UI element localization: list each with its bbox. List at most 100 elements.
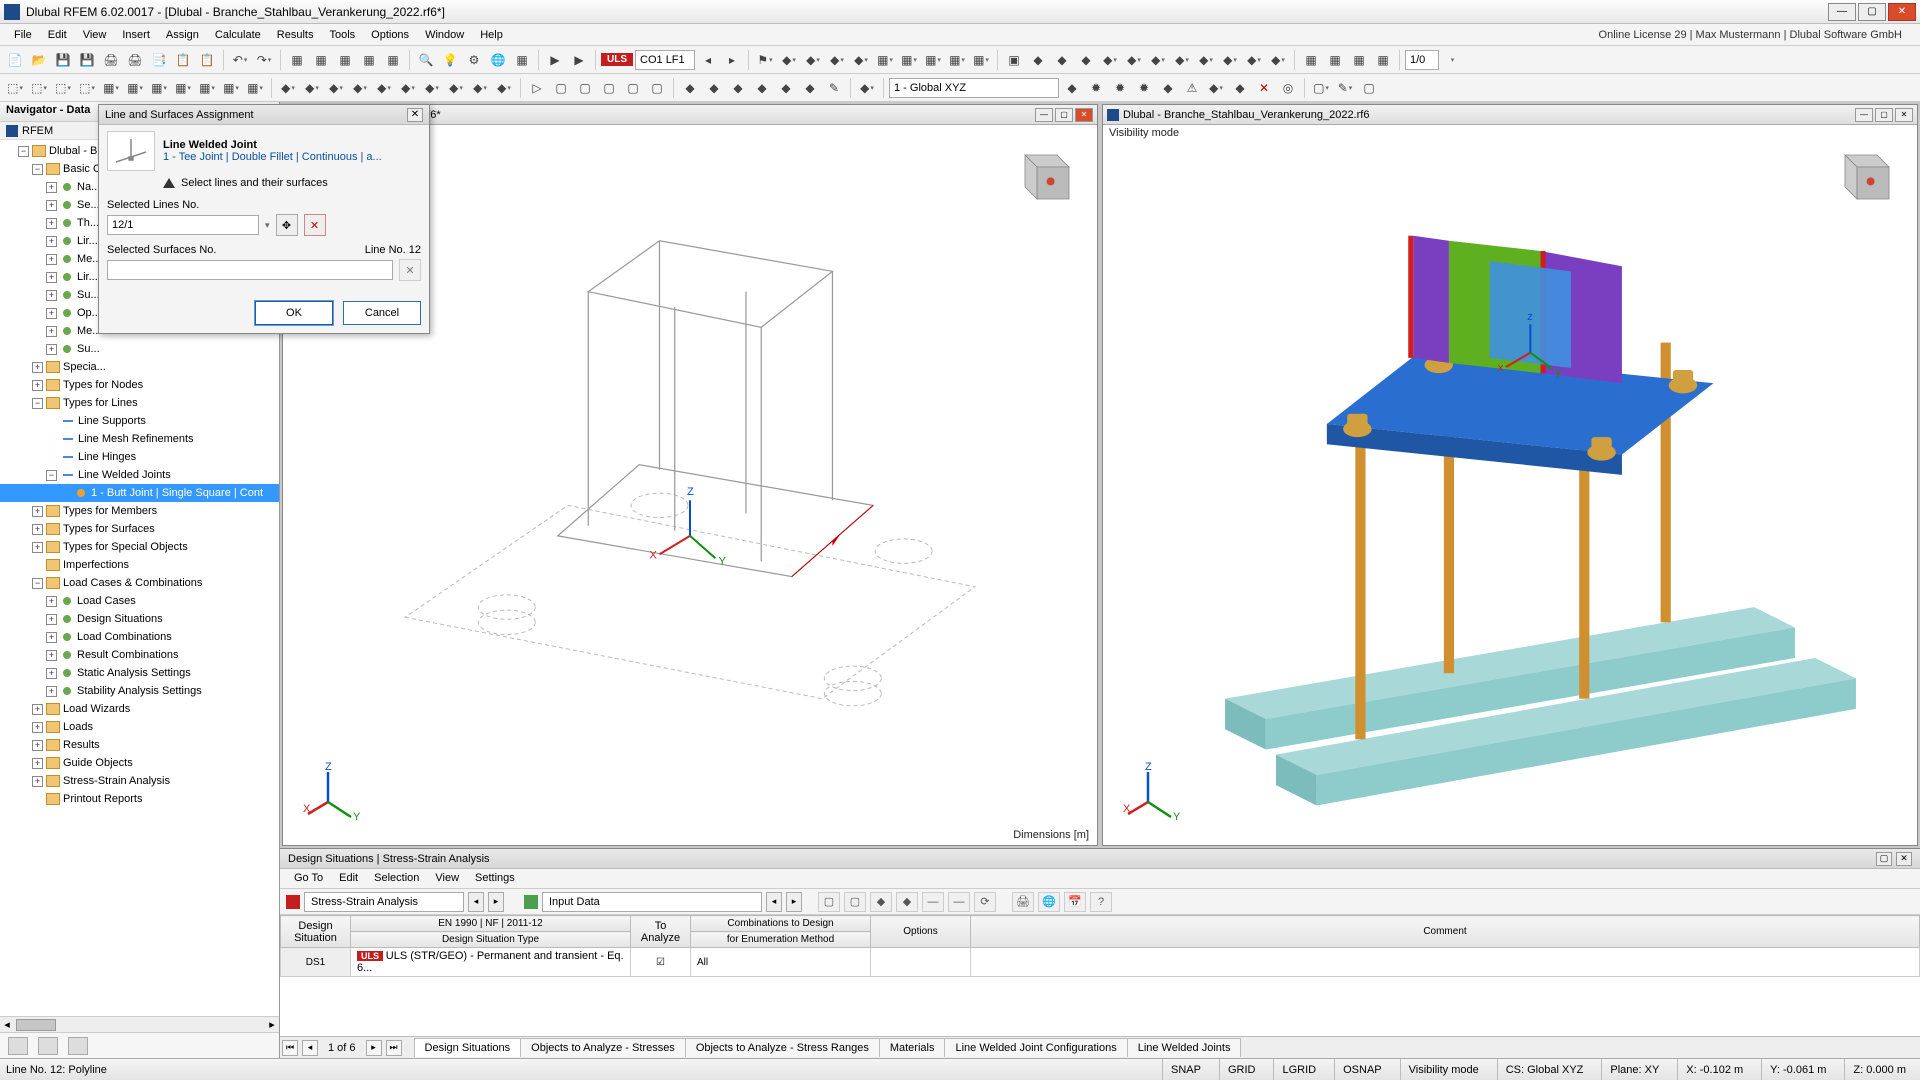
- t2am-icon[interactable]: ✹: [1133, 77, 1155, 99]
- view-right-titlebar[interactable]: Dlubal - Branche_Stahlbau_Verankerung_20…: [1103, 105, 1917, 125]
- x2-icon[interactable]: ◆▾: [802, 49, 824, 71]
- t2ae-icon[interactable]: ◆: [751, 77, 773, 99]
- menu-help[interactable]: Help: [472, 27, 511, 43]
- tab-materials[interactable]: Materials: [879, 1038, 946, 1057]
- tree-line-hinges[interactable]: Line Hinges: [0, 448, 279, 466]
- z1-icon[interactable]: ▦: [1300, 49, 1322, 71]
- table-row[interactable]: DS1 ULS ULS (STR/GEO) - Permanent and tr…: [281, 948, 1920, 977]
- z4-icon[interactable]: ▦: [1372, 49, 1394, 71]
- t2h-icon[interactable]: ▦▾: [172, 77, 194, 99]
- x5-icon[interactable]: ▦▾: [874, 49, 896, 71]
- t2at-icon[interactable]: ▢▾: [1310, 77, 1332, 99]
- nav-tab-display-icon[interactable]: [38, 1037, 58, 1055]
- y11-icon[interactable]: ◆▾: [1267, 49, 1289, 71]
- tree-ssa[interactable]: +Stress-Strain Analysis: [0, 772, 279, 790]
- y8-icon[interactable]: ◆▾: [1195, 49, 1217, 71]
- menu-insert[interactable]: Insert: [114, 27, 158, 43]
- undo-icon[interactable]: ↶▾: [229, 49, 251, 71]
- bp-btn3-icon[interactable]: ◆: [870, 892, 892, 912]
- tab-last-icon[interactable]: ⏭: [386, 1040, 402, 1056]
- tab-stress-ranges[interactable]: Objects to Analyze - Stress Ranges: [685, 1038, 880, 1057]
- col-dst-sup[interactable]: EN 1990 | NF | 2011-12: [351, 916, 631, 932]
- bp-btn1-icon[interactable]: ▢: [818, 892, 840, 912]
- tab-stresses[interactable]: Objects to Analyze - Stresses: [520, 1038, 686, 1057]
- bp-menu-selection[interactable]: Selection: [368, 871, 425, 886]
- bp-menu-edit[interactable]: Edit: [333, 871, 364, 886]
- cell-ctd[interactable]: All: [691, 948, 871, 977]
- tree-types-special[interactable]: +Types for Special Objects: [0, 538, 279, 556]
- copy-icon[interactable]: 📋: [172, 49, 194, 71]
- t2z-icon[interactable]: ▢: [622, 77, 644, 99]
- t2ab-icon[interactable]: ◆: [679, 77, 701, 99]
- tab-first-icon[interactable]: ⏮: [282, 1040, 298, 1056]
- status-vis[interactable]: Visibility mode: [1400, 1059, 1487, 1080]
- t2y-icon[interactable]: ▢: [598, 77, 620, 99]
- status-snap[interactable]: SNAP: [1162, 1059, 1209, 1080]
- t2av-icon[interactable]: ▢: [1358, 77, 1380, 99]
- t2e-icon[interactable]: ▦▾: [100, 77, 122, 99]
- saveall-icon[interactable]: 💾: [76, 49, 98, 71]
- t2g-icon[interactable]: ▦▾: [148, 77, 170, 99]
- tree-types-nodes[interactable]: +Types for Nodes: [0, 376, 279, 394]
- tree-result-comb[interactable]: +Result Combinations: [0, 646, 279, 664]
- bp-btn6-icon[interactable]: —: [948, 892, 970, 912]
- y10-icon[interactable]: ◆▾: [1243, 49, 1265, 71]
- sup-dd-icon[interactable]: ▾: [1441, 49, 1463, 71]
- tab-next-icon[interactable]: ▸: [366, 1040, 382, 1056]
- panel-max-icon[interactable]: ▢: [1876, 852, 1892, 866]
- view-max-icon[interactable]: ▢: [1875, 108, 1893, 122]
- menu-edit[interactable]: Edit: [40, 27, 75, 43]
- t2v-icon[interactable]: ▷: [526, 77, 548, 99]
- cell-opt[interactable]: [871, 948, 971, 977]
- t2w-icon[interactable]: ▢: [550, 77, 572, 99]
- bp-world-icon[interactable]: 🌐: [1038, 892, 1060, 912]
- t2r-icon[interactable]: ◆▾: [421, 77, 443, 99]
- x9-icon[interactable]: ▦▾: [970, 49, 992, 71]
- tree-stability[interactable]: +Stability Analysis Settings: [0, 682, 279, 700]
- cube-icon[interactable]: ▣: [1003, 49, 1025, 71]
- t2ak-icon[interactable]: ✹: [1085, 77, 1107, 99]
- pick-lines-icon[interactable]: ✥: [276, 214, 298, 236]
- joint-link[interactable]: 1 - Tee Joint | Double Fillet | Continuo…: [163, 151, 382, 163]
- collapse-icon[interactable]: −: [32, 578, 43, 589]
- t2j-icon[interactable]: ▦▾: [220, 77, 242, 99]
- t2ac-icon[interactable]: ◆: [703, 77, 725, 99]
- tree-lw-item[interactable]: 1 - Butt Joint | Single Square | Cont: [0, 484, 279, 502]
- cell-ta[interactable]: ☑: [631, 948, 691, 977]
- col-comment[interactable]: Comment: [971, 916, 1920, 948]
- cell-comment[interactable]: [971, 948, 1920, 977]
- y5-icon[interactable]: ◆▾: [1123, 49, 1145, 71]
- tree-types-lines[interactable]: −Types for Lines: [0, 394, 279, 412]
- dropdown-icon[interactable]: ▾: [265, 220, 270, 231]
- report-icon[interactable]: 📑: [148, 49, 170, 71]
- t2aq-icon[interactable]: ◆: [1229, 77, 1251, 99]
- collapse-icon[interactable]: −: [18, 146, 29, 157]
- calc2-icon[interactable]: ▶: [568, 49, 590, 71]
- cancel-button[interactable]: Cancel: [343, 301, 421, 325]
- menu-window[interactable]: Window: [417, 27, 472, 43]
- navigator-scrollbar[interactable]: ◂▸: [0, 1016, 279, 1032]
- ok-button[interactable]: OK: [255, 301, 333, 325]
- bp-btn5-icon[interactable]: —: [922, 892, 944, 912]
- addon-combo[interactable]: Stress-Strain Analysis: [304, 892, 464, 912]
- col-ctd-sup[interactable]: Combinations to Design: [691, 916, 871, 932]
- menu-calculate[interactable]: Calculate: [207, 27, 269, 43]
- t2af-icon[interactable]: ◆: [775, 77, 797, 99]
- clear-lines-icon[interactable]: ✕: [304, 214, 326, 236]
- z3-icon[interactable]: ▦: [1348, 49, 1370, 71]
- tree-results[interactable]: +Results: [0, 736, 279, 754]
- next-addon-icon[interactable]: ▸: [488, 892, 504, 912]
- prev-icon[interactable]: ◂: [697, 49, 719, 71]
- tree-line-mesh[interactable]: Line Mesh Refinements: [0, 430, 279, 448]
- y1-icon[interactable]: ◆: [1027, 49, 1049, 71]
- save-icon[interactable]: 💾: [52, 49, 74, 71]
- tree-types-members[interactable]: +Types for Members: [0, 502, 279, 520]
- bp-btn4-icon[interactable]: ◆: [896, 892, 918, 912]
- bp-menu-settings[interactable]: Settings: [469, 871, 521, 886]
- grid-icon[interactable]: ▦: [286, 49, 308, 71]
- tree-lcc[interactable]: −Load Cases & Combinations: [0, 574, 279, 592]
- selected-lines-input[interactable]: [107, 215, 259, 235]
- gear-icon[interactable]: ⚙: [463, 49, 485, 71]
- bp-cal-icon[interactable]: 📅: [1064, 892, 1086, 912]
- bp-menu-view[interactable]: View: [429, 871, 465, 886]
